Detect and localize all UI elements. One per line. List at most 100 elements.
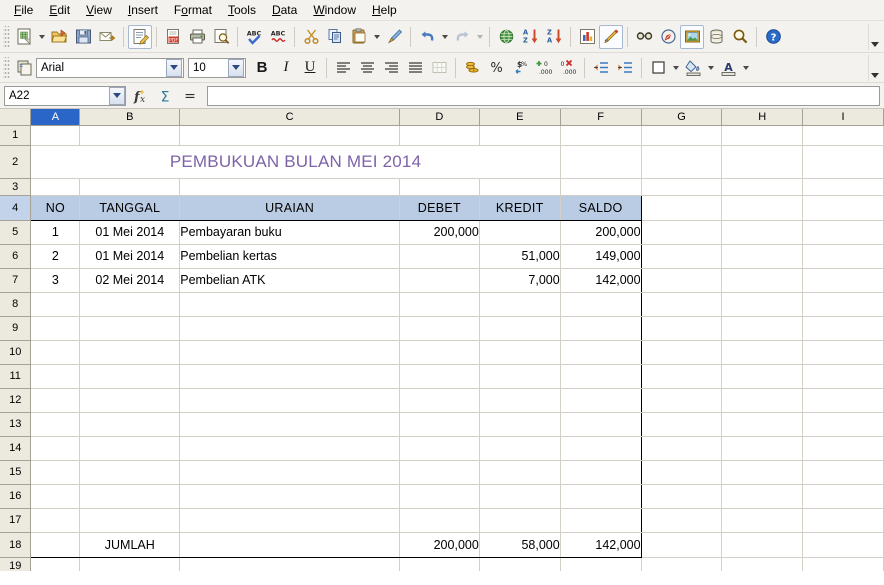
cell-uraian-9[interactable] [180,316,400,340]
total-cell-uraian[interactable] [180,532,400,557]
column-header-e[interactable]: E [479,109,560,125]
cell-i4[interactable] [803,195,884,220]
toolbar-overflow-icon[interactable] [868,24,881,50]
toolbar-grip[interactable] [3,57,10,79]
new-document-icon[interactable] [12,25,36,49]
cell-g18[interactable] [641,532,722,557]
cell-saldo-16[interactable] [560,484,641,508]
cell-no-13[interactable] [31,412,80,436]
toolbar-grip[interactable] [3,26,10,48]
cell-saldo-14[interactable] [560,436,641,460]
cell-f2[interactable] [560,145,641,178]
menu-item-format[interactable]: Format [166,1,220,19]
row-header-13[interactable]: 13 [0,412,31,436]
column-header-h[interactable]: H [722,109,803,125]
cell-debet-7[interactable] [399,268,479,292]
total-kredit[interactable]: 58,000 [479,532,560,557]
menu-item-tools[interactable]: Tools [220,1,264,19]
menu-item-view[interactable]: View [78,1,120,19]
cell-tanggal-13[interactable] [80,412,180,436]
cell-b19[interactable] [80,557,180,571]
cell-i12[interactable] [803,388,884,412]
undo-icon[interactable] [415,25,439,49]
currency-format-icon[interactable] [460,56,484,80]
autospellcheck-icon[interactable]: ABC [266,25,290,49]
cell-h15[interactable] [722,460,803,484]
cell-f1[interactable] [560,125,641,145]
cell-g3[interactable] [641,178,722,195]
cell-uraian-5[interactable]: Pembayaran buku [180,220,400,244]
gallery-icon[interactable] [680,25,704,49]
table-header-kredit[interactable]: KREDIT [479,195,560,220]
cell-c1[interactable] [180,125,400,145]
cell-g8[interactable] [641,292,722,316]
align-center-icon[interactable] [355,56,379,80]
cell-h2[interactable] [722,145,803,178]
total-cell-no[interactable] [31,532,80,557]
navigator-icon[interactable] [656,25,680,49]
row-header-19[interactable]: 19 [0,557,31,571]
cell-uraian-15[interactable] [180,460,400,484]
row-header-9[interactable]: 9 [0,316,31,340]
cell-debet-15[interactable] [399,460,479,484]
cell-i6[interactable] [803,244,884,268]
function-wizard-icon[interactable]: f x [129,85,151,107]
column-header-i[interactable]: I [803,109,884,125]
font-color-dropdown-icon[interactable] [740,57,751,79]
column-header-a[interactable]: A [31,109,80,125]
cell-tanggal-9[interactable] [80,316,180,340]
borders-dropdown-icon[interactable] [670,57,681,79]
cell-h17[interactable] [722,508,803,532]
cell-f3[interactable] [560,178,641,195]
cell-h19[interactable] [722,557,803,571]
cell-h5[interactable] [722,220,803,244]
background-color-icon[interactable] [681,56,705,80]
paste-dropdown-icon[interactable] [371,26,382,48]
cell-tanggal-10[interactable] [80,340,180,364]
cell-kredit-11[interactable] [479,364,560,388]
cell-g16[interactable] [641,484,722,508]
cell-tanggal-6[interactable]: 01 Mei 2014 [80,244,180,268]
row-header-16[interactable]: 16 [0,484,31,508]
zoom-icon[interactable] [728,25,752,49]
cell-kredit-8[interactable] [479,292,560,316]
cell-b1[interactable] [80,125,180,145]
column-header-b[interactable]: B [80,109,180,125]
open-file-icon[interactable] [47,25,71,49]
chart-icon[interactable] [575,25,599,49]
cell-i7[interactable] [803,268,884,292]
cell-a3[interactable] [31,178,80,195]
spreadsheet-grid[interactable]: A B C D E F G H I 1 2 PEMBUKUAN BULAN [0,109,884,571]
cell-i14[interactable] [803,436,884,460]
menu-item-window[interactable]: Window [305,1,364,19]
cell-debet-5[interactable]: 200,000 [399,220,479,244]
cell-saldo-17[interactable] [560,508,641,532]
decrease-indent-icon[interactable] [589,56,613,80]
cell-h13[interactable] [722,412,803,436]
cell-h9[interactable] [722,316,803,340]
cell-i11[interactable] [803,364,884,388]
find-replace-icon[interactable] [632,25,656,49]
row-header-11[interactable]: 11 [0,364,31,388]
cell-tanggal-17[interactable] [80,508,180,532]
cell-kredit-16[interactable] [479,484,560,508]
cell-c19[interactable] [180,557,400,571]
cell-kredit-10[interactable] [479,340,560,364]
table-header-saldo[interactable]: SALDO [560,195,641,220]
align-justified-icon[interactable] [403,56,427,80]
chevron-down-icon[interactable] [228,59,244,77]
cell-i5[interactable] [803,220,884,244]
cell-uraian-10[interactable] [180,340,400,364]
help-icon[interactable]: ? [761,25,785,49]
row-header-14[interactable]: 14 [0,436,31,460]
cell-uraian-17[interactable] [180,508,400,532]
column-header-f[interactable]: F [560,109,641,125]
cell-g1[interactable] [641,125,722,145]
cell-no-6[interactable]: 2 [31,244,80,268]
cell-i18[interactable] [803,532,884,557]
clone-formatting-icon[interactable] [382,25,406,49]
cell-saldo-13[interactable] [560,412,641,436]
cell-saldo-9[interactable] [560,316,641,340]
background-color-dropdown-icon[interactable] [705,57,716,79]
cell-b3[interactable] [80,178,180,195]
